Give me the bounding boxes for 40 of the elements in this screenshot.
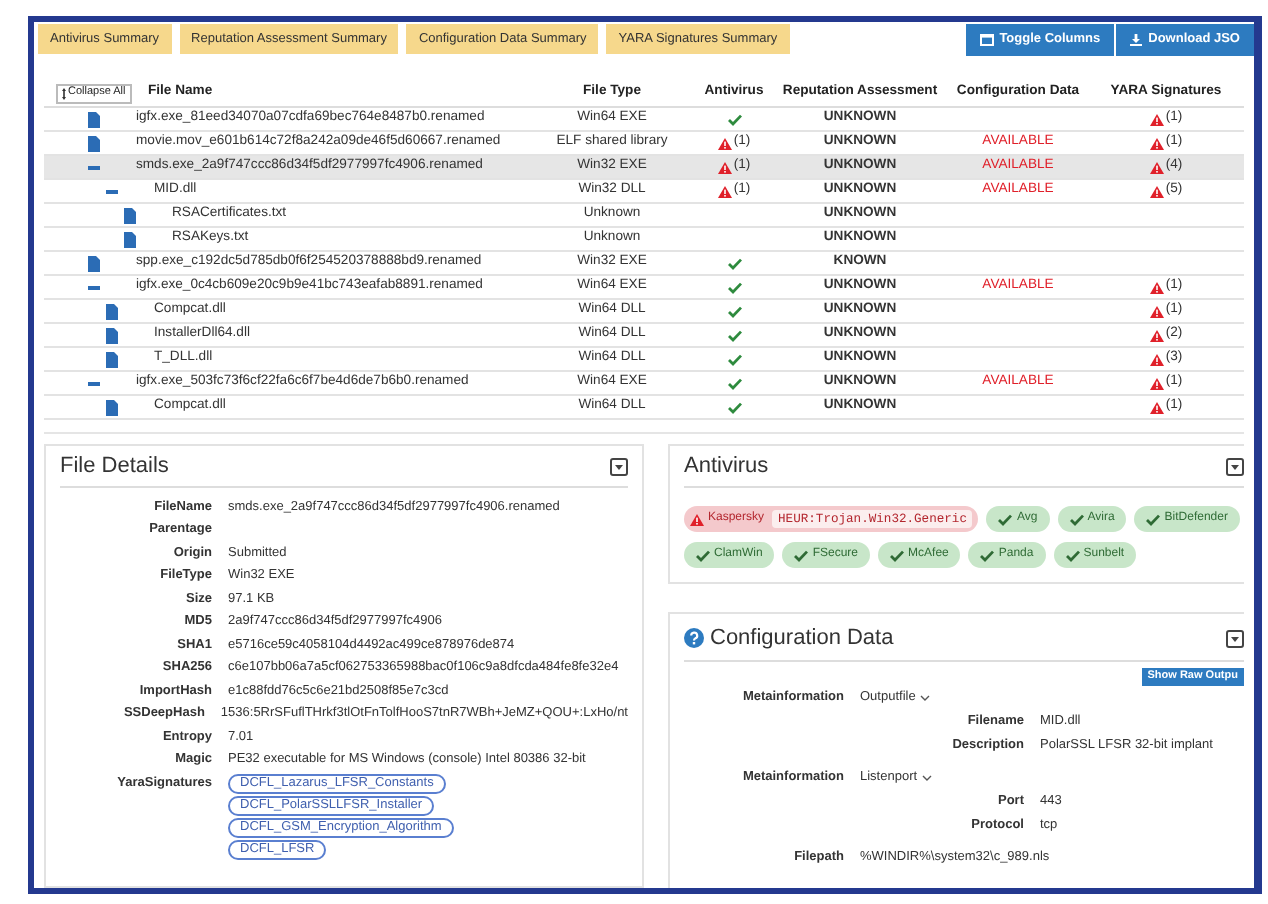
check-icon	[696, 549, 710, 561]
alert-icon	[1149, 377, 1164, 389]
alert-icon	[1149, 113, 1164, 125]
alert-icon	[717, 185, 732, 197]
alert-icon	[1149, 281, 1164, 293]
minus-icon[interactable]	[106, 189, 118, 193]
check-icon	[1146, 513, 1161, 525]
panel-title: File Details	[60, 452, 169, 483]
check-icon	[890, 549, 905, 561]
alert-icon	[690, 513, 704, 525]
file-icon	[106, 399, 118, 415]
check-icon	[727, 113, 741, 125]
panel-title: Configuration Data	[710, 623, 894, 654]
alert-icon	[1149, 161, 1164, 173]
check-icon	[980, 549, 995, 561]
collapse-panel-icon[interactable]	[1226, 458, 1244, 476]
alert-icon	[717, 161, 732, 173]
minus-icon[interactable]	[88, 165, 100, 169]
check-icon	[998, 513, 1013, 525]
file-icon	[88, 255, 100, 271]
alert-icon	[1149, 353, 1164, 365]
panel-title: Antivirus	[684, 452, 769, 483]
alert-icon	[1149, 401, 1164, 413]
alert-icon	[1149, 185, 1164, 197]
minus-icon[interactable]	[88, 285, 100, 289]
check-icon	[794, 549, 809, 561]
collapse-panel-icon[interactable]	[1226, 629, 1244, 647]
minus-icon[interactable]	[88, 381, 100, 385]
alert-icon	[1149, 137, 1164, 149]
check-icon	[1065, 549, 1080, 561]
caret-icon[interactable]	[919, 694, 930, 702]
collapse-panel-icon[interactable]	[610, 458, 628, 476]
alert-icon	[1149, 329, 1164, 341]
help-icon[interactable]	[684, 628, 704, 648]
columns-icon	[979, 34, 994, 46]
alert-icon	[1149, 305, 1164, 317]
alert-icon	[717, 137, 732, 149]
download-icon	[1130, 34, 1143, 46]
check-icon	[1069, 513, 1084, 525]
caret-icon[interactable]	[921, 774, 932, 782]
